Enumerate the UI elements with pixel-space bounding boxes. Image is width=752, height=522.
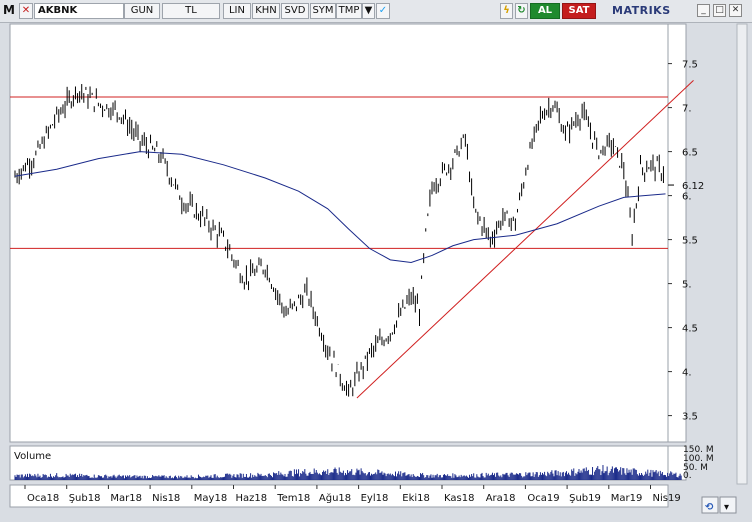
y-tick-label: 7. — [682, 104, 692, 115]
x-tick-label: Eyl18 — [361, 493, 389, 504]
scrollbar — [736, 23, 748, 485]
price-panel — [9, 23, 669, 443]
x-tick-label: Şub19 — [569, 493, 601, 504]
y-tick-label: 7.5 — [682, 60, 698, 71]
y-tick-label: 4. — [682, 368, 692, 379]
x-tick-label: Mar18 — [110, 493, 142, 504]
chart-area: 3.5 4. 4.5 5. 5.5 6. 6.5 7. 7.5 Oca18 Şub18 Mar18 Ni… — [9, 23, 748, 514]
x-tick-label: Nis19 — [653, 493, 681, 504]
y-tick-label: 6.5 — [682, 148, 698, 159]
x-tick-label: May18 — [194, 493, 227, 504]
last-value-label: 6.12 — [682, 181, 704, 192]
y-tick-label: 3.5 — [682, 412, 698, 423]
x-tick-label: Haz18 — [236, 493, 268, 504]
volume-title: Volume — [14, 451, 51, 462]
x-tick-label: Eki18 — [402, 493, 430, 504]
x-tick-label: Ağu18 — [319, 492, 351, 504]
y-tick-label: 5. — [682, 280, 692, 291]
y-tick-label: 6. — [682, 192, 692, 203]
x-tick-label: Mar19 — [611, 493, 643, 504]
x-tick-label: Nis18 — [152, 493, 180, 504]
x-tick-label: Oca19 — [527, 493, 559, 504]
y-tick-label: 5.5 — [682, 236, 698, 247]
y-tick-label: 4.5 — [682, 324, 698, 335]
x-tick-label: Oca18 — [27, 493, 59, 504]
y-axis-panel — [667, 23, 687, 443]
x-tick-label: Tem18 — [276, 493, 310, 504]
x-tick-label: Kas18 — [444, 493, 474, 504]
settings-icon-glyph: ▾ — [724, 502, 729, 513]
sync-icon-glyph: ⟲ — [705, 502, 714, 513]
x-tick-label: Şub18 — [69, 493, 101, 504]
volume-tick-label: 0. — [683, 471, 692, 481]
x-tick-label: Ara18 — [486, 493, 516, 504]
right-gutter — [688, 24, 738, 442]
